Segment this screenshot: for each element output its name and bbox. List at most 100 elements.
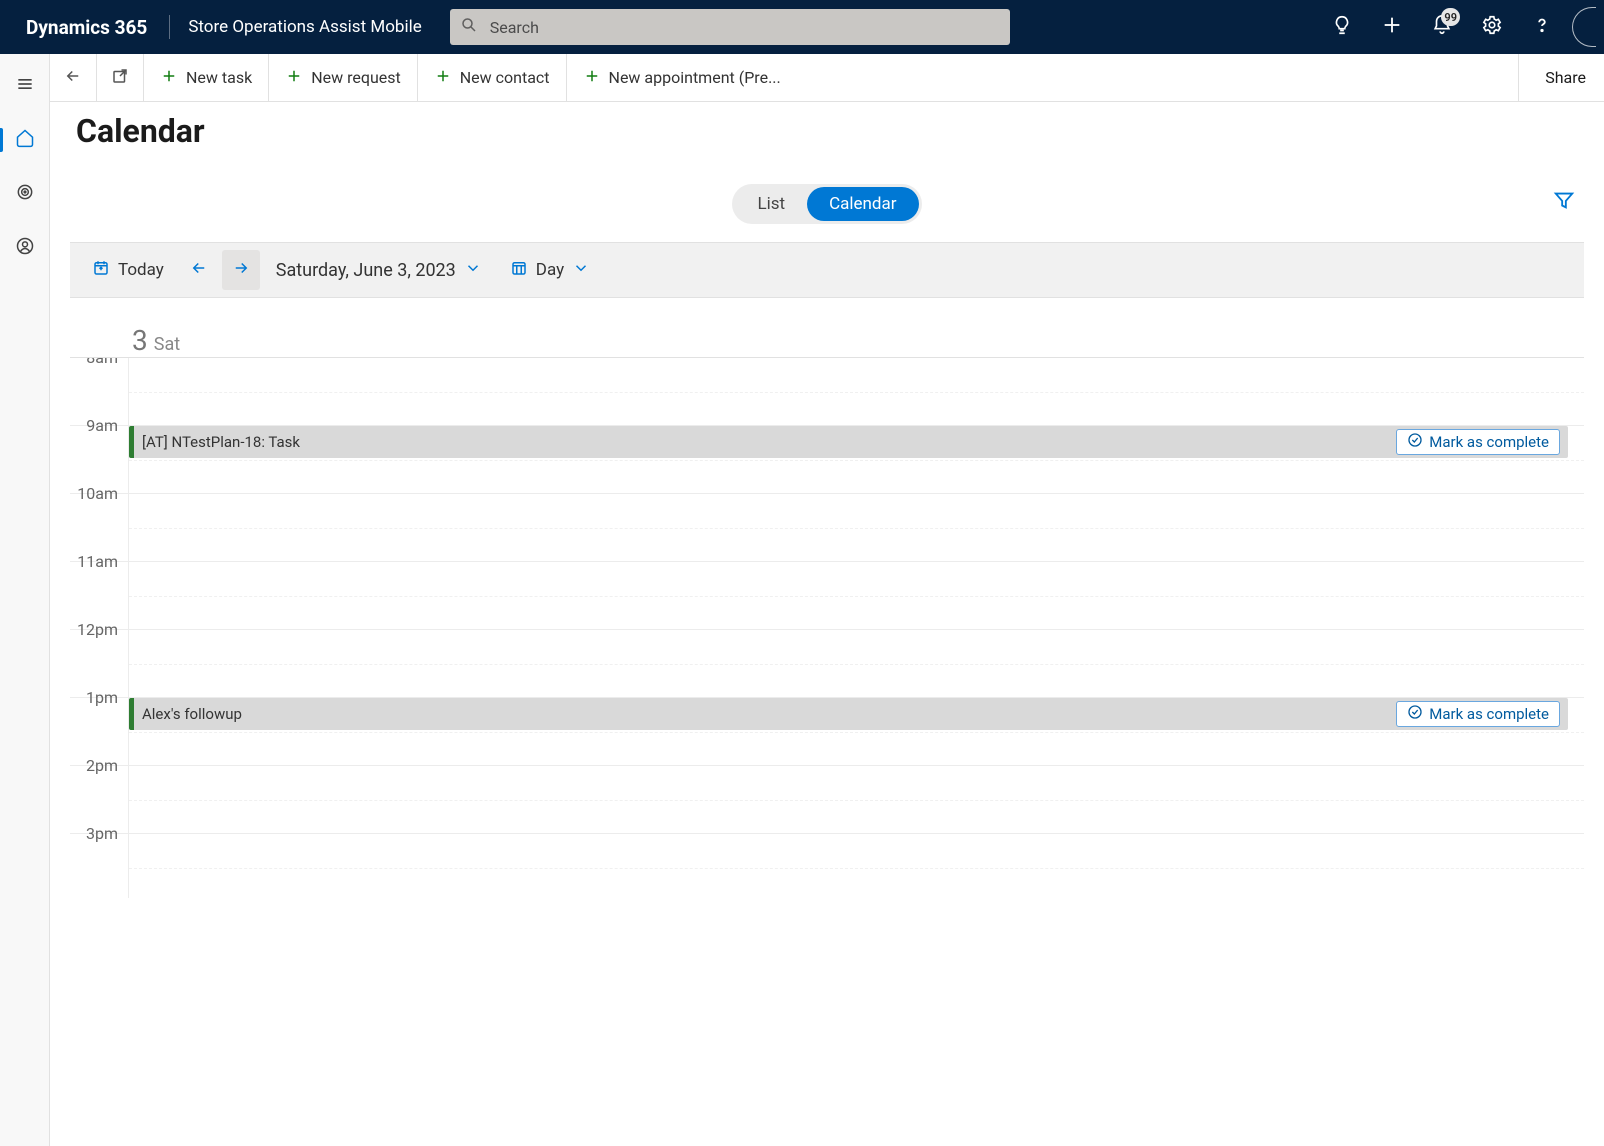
check-circle-icon (1407, 432, 1423, 452)
new-task-label: New task (186, 68, 252, 87)
half-hour-line (129, 732, 1584, 733)
new-request-button[interactable]: New request (269, 54, 418, 101)
left-rail (0, 54, 50, 1146)
cmdbar-spacer (797, 54, 1520, 101)
back-button[interactable] (50, 54, 97, 101)
hour-label: 2pm (70, 756, 128, 775)
share-label: Share (1545, 68, 1586, 87)
half-hour-line (129, 596, 1584, 597)
brand-label[interactable]: Dynamics 365 (0, 16, 169, 39)
rail-target[interactable] (0, 176, 50, 212)
hour-row[interactable]: 2pm (70, 766, 1584, 834)
today-button[interactable]: Today (80, 250, 176, 290)
view-calendar-button[interactable]: Calendar (807, 187, 918, 221)
half-hour-line (129, 392, 1584, 393)
next-day-button[interactable] (222, 250, 260, 290)
today-label: Today (118, 260, 164, 280)
arrow-left-icon (64, 67, 82, 89)
target-icon (15, 182, 35, 206)
hour-label: 1pm (70, 688, 128, 707)
new-contact-button[interactable]: New contact (418, 54, 567, 101)
plus-icon (1381, 14, 1403, 40)
hamburger-button[interactable] (0, 68, 50, 104)
range-picker-button[interactable]: Day (498, 250, 602, 290)
hour-row[interactable]: 10am (70, 494, 1584, 562)
hour-cell[interactable] (128, 834, 1584, 898)
calendar-today-icon (92, 259, 110, 282)
popout-icon (111, 67, 129, 89)
hour-row[interactable]: 1pmAlex's followupMark as complete (70, 698, 1584, 766)
rail-home[interactable] (0, 122, 50, 158)
share-button[interactable]: Share (1519, 54, 1604, 101)
hour-cell[interactable] (128, 358, 1584, 425)
question-icon (1531, 14, 1553, 40)
hour-label: 3pm (70, 824, 128, 843)
event-title: [AT] NTestPlan-18: Task (142, 433, 1396, 451)
hour-row[interactable]: 3pm (70, 834, 1584, 898)
hour-cell[interactable] (128, 630, 1584, 697)
main-area: New task New request New contact New app… (50, 54, 1604, 1146)
arrow-left-icon (190, 259, 208, 282)
calendar-event[interactable]: Alex's followup Mark as complete (129, 698, 1568, 730)
search-input[interactable] (488, 17, 1000, 38)
settings-button[interactable] (1468, 0, 1516, 54)
hour-row[interactable]: 11am (70, 562, 1584, 630)
hour-cell[interactable]: Alex's followup Mark as complete (128, 698, 1584, 765)
mark-complete-button[interactable]: Mark as complete (1396, 701, 1560, 727)
half-hour-line (129, 460, 1584, 461)
new-task-button[interactable]: New task (144, 54, 269, 101)
calendar-grid[interactable]: 8am9am[AT] NTestPlan-18: TaskMark as com… (70, 358, 1584, 898)
event-title: Alex's followup (142, 705, 1396, 723)
chevron-down-icon (572, 259, 590, 282)
calendar-event[interactable]: [AT] NTestPlan-18: Task Mark as complete (129, 426, 1568, 458)
open-new-window-button[interactable] (97, 54, 144, 101)
search-container (450, 9, 1304, 45)
command-bar: New task New request New contact New app… (50, 54, 1604, 102)
mark-complete-label: Mark as complete (1429, 705, 1549, 723)
new-appointment-button[interactable]: New appointment (Pre... (567, 54, 797, 101)
half-hour-line (129, 664, 1584, 665)
chevron-down-icon (464, 259, 482, 282)
plus-icon (583, 67, 601, 89)
top-icon-group: 99 (1318, 0, 1596, 54)
global-search[interactable] (450, 9, 1010, 45)
hour-cell[interactable] (128, 494, 1584, 561)
new-request-label: New request (311, 68, 401, 87)
help-button[interactable] (1518, 0, 1566, 54)
view-calendar-label: Calendar (829, 194, 896, 214)
gear-icon (1481, 14, 1503, 40)
notifications-button[interactable]: 99 (1418, 0, 1466, 54)
hour-cell[interactable] (128, 766, 1584, 833)
hour-row[interactable]: 8am (70, 358, 1584, 426)
hour-label: 8am (70, 358, 128, 367)
view-switch-row: List Calendar (50, 154, 1604, 242)
half-hour-line (129, 528, 1584, 529)
prev-day-button[interactable] (180, 250, 218, 290)
calendar-day-header: 3 Sat (70, 298, 1584, 358)
rail-person[interactable] (0, 230, 50, 266)
current-date-label: Saturday, June 3, 2023 (276, 260, 456, 281)
search-icon (460, 16, 488, 38)
hour-cell[interactable]: [AT] NTestPlan-18: Task Mark as complete (128, 426, 1584, 493)
filter-button[interactable] (1546, 184, 1582, 220)
plus-icon (285, 67, 303, 89)
lightbulb-button[interactable] (1318, 0, 1366, 54)
hour-cell[interactable] (128, 562, 1584, 629)
app-name-label[interactable]: Store Operations Assist Mobile (170, 17, 449, 37)
half-hour-line (129, 868, 1584, 869)
mark-complete-label: Mark as complete (1429, 433, 1549, 451)
add-button[interactable] (1368, 0, 1416, 54)
home-icon (15, 128, 35, 152)
page-title: Calendar (76, 112, 1578, 150)
check-circle-icon (1407, 704, 1423, 724)
hour-row[interactable]: 12pm (70, 630, 1584, 698)
date-picker-button[interactable]: Saturday, June 3, 2023 (264, 250, 494, 290)
view-list-button[interactable]: List (735, 187, 807, 221)
hour-row[interactable]: 9am[AT] NTestPlan-18: TaskMark as comple… (70, 426, 1584, 494)
top-nav: Dynamics 365 Store Operations Assist Mob… (0, 0, 1604, 54)
filter-icon (1553, 189, 1575, 215)
avatar[interactable] (1572, 7, 1596, 47)
plus-icon (160, 67, 178, 89)
mark-complete-button[interactable]: Mark as complete (1396, 429, 1560, 455)
hour-label: 9am (70, 416, 128, 435)
